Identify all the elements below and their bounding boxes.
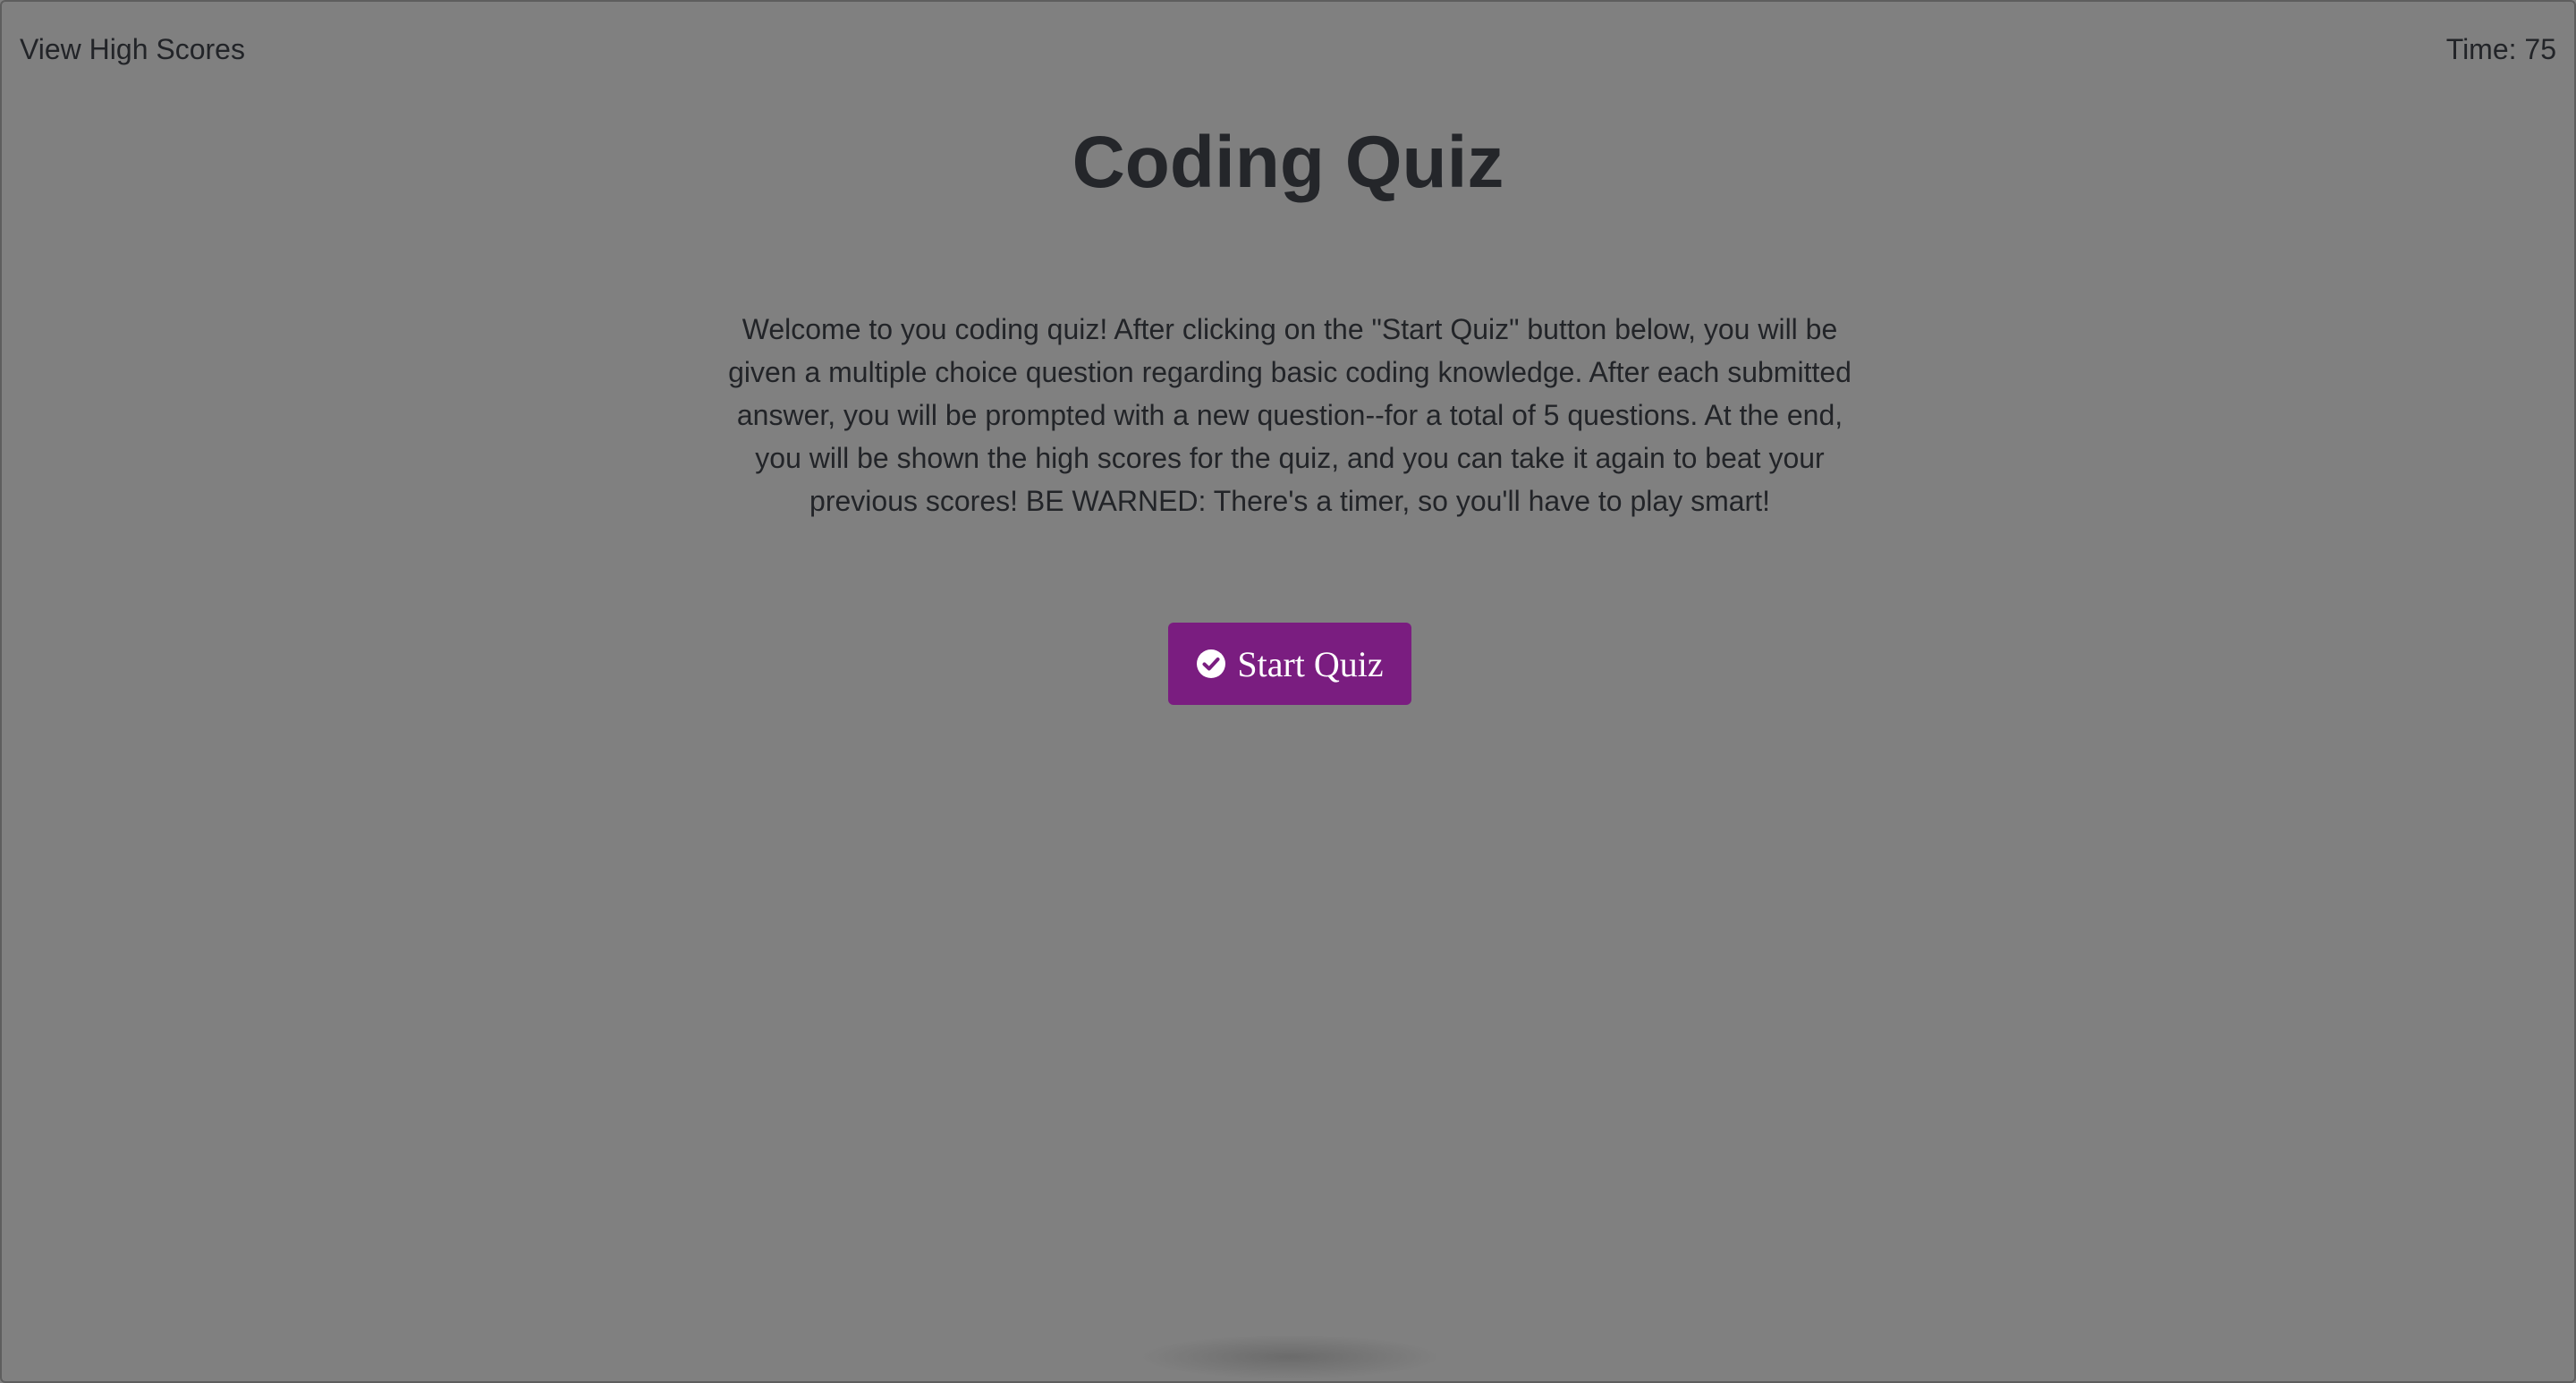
page-title: Coding Quiz [1072,122,1504,203]
timer-display: Time: 75 [2445,33,2556,65]
start-quiz-label: Start Quiz [1237,643,1384,684]
quiz-intro-text: Welcome to you coding quiz! After clicki… [728,313,1852,517]
bottom-shadow [1138,1335,1442,1379]
browser-viewport: View High Scores Time: 75 Coding Quiz We… [0,0,2576,1383]
start-quiz-button[interactable]: Start Quiz [1168,623,1411,705]
view-high-scores-link[interactable]: View High Scores [20,31,245,67]
check-circle-icon [1197,649,1226,678]
